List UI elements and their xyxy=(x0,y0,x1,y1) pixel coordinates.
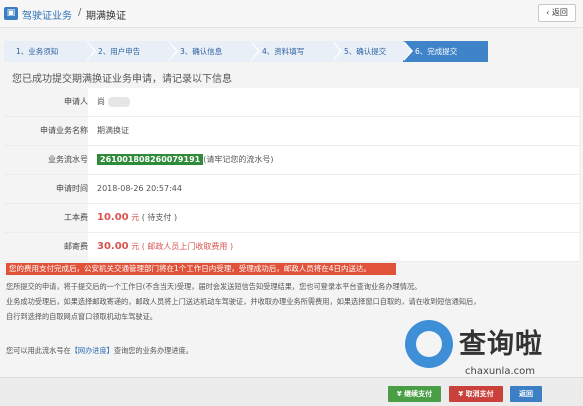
applicant-label: 申请人 xyxy=(4,88,88,116)
cancel-pay-button[interactable]: ¥ 取消支付 xyxy=(449,386,503,402)
step-4: 4、资料填写 xyxy=(250,41,342,62)
flow-no-value: 261001808260079191 (请牢记您的流水号) xyxy=(97,146,273,174)
step-5: 5、确认提交 xyxy=(332,41,413,62)
flow-no-label: 业务流水号 xyxy=(4,146,88,174)
progress-steps: 1、业务须知 2、用户申告 3、确认信息 4、资料填写 5、确认提交 6、完成提… xyxy=(4,41,579,62)
breadcrumb-current: 期满换证 xyxy=(86,11,126,22)
watermark-text-en: chaxunla.com xyxy=(465,366,535,377)
time-label: 申请时间 xyxy=(4,175,88,203)
business-name-value: 期满换证 xyxy=(97,126,129,135)
notice-banner: 您的费用支付完成后，公安机关交通管理部门将在1个工作日内受理，受理成功后，邮政人… xyxy=(6,263,396,275)
fee-unit: 元 xyxy=(131,213,140,222)
row-fee: 工本费 10.00 元 ( 待支付 ) xyxy=(4,204,579,233)
postage-unit: 元 xyxy=(131,242,140,251)
step-2: 2、用户申告 xyxy=(86,41,178,62)
blurred-name xyxy=(108,96,130,107)
postage-label: 邮寄费 xyxy=(4,233,88,261)
fee-amount: 10.00 xyxy=(97,212,129,223)
license-icon: ▣ xyxy=(4,7,18,20)
row-time: 申请时间 2018-08-26 20:57:44 xyxy=(4,175,579,204)
progress-link[interactable]: 【网办进度】 xyxy=(71,346,114,355)
back-button-label: 返回 xyxy=(551,8,568,17)
info-paragraph-2: 业务成功受理后，如果选择邮政寄递的，邮政人员将上门送达机动车驾驶证，并收取办理业… xyxy=(6,297,481,306)
watermark-text-cn: 查询啦 xyxy=(459,329,543,360)
breadcrumb-root[interactable]: 驾驶证业务 xyxy=(22,7,72,22)
step-3: 3、确认信息 xyxy=(168,41,260,62)
flow-no-hint: (请牢记您的流水号) xyxy=(203,155,274,164)
back-button-top[interactable]: ‹ 返回 xyxy=(538,4,576,22)
progress-text-suffix: 查询您的业务办理进度。 xyxy=(113,346,193,355)
fee-label: 工本费 xyxy=(4,204,88,232)
progress-text-prefix: 您可以用此流水号在 xyxy=(6,346,71,355)
row-applicant: 申请人 尚 xyxy=(4,88,579,117)
result-form: 申请人 尚 申请业务名称 期满换证 业务流水号 2610018082600791… xyxy=(4,88,579,262)
bottom-action-bar: ¥ 继续支付 ¥ 取消支付 返回 xyxy=(0,377,583,406)
time-value: 2018-08-26 20:57:44 xyxy=(97,184,182,193)
chevron-left-icon: ‹ xyxy=(546,8,550,17)
fee-value: 10.00 元 ( 待支付 ) xyxy=(97,204,177,232)
breadcrumb-separator: / xyxy=(78,7,82,18)
postage-note: ( 邮政人员上门收取费用 ) xyxy=(141,242,234,251)
row-business-name: 申请业务名称 期满换证 xyxy=(4,117,579,146)
step-1: 1、业务须知 xyxy=(4,41,96,62)
info-paragraph-3: 自行到选择的自取网点窗口领取机动车驾驶证。 xyxy=(6,312,157,321)
top-bar: ▣ 驾驶证业务 / 期满换证 ‹ 返回 xyxy=(0,0,583,28)
step-6-active: 6、完成提交 xyxy=(403,41,488,62)
magnifier-icon xyxy=(405,320,453,368)
postage-value: 30.00 元 ( 邮政人员上门收取费用 ) xyxy=(97,233,233,261)
row-postage: 邮寄费 30.00 元 ( 邮政人员上门收取费用 ) xyxy=(4,233,579,262)
success-headline: 您已成功提交期满换证业务申请，请记录以下信息 xyxy=(12,74,232,85)
info-paragraph-4: 您可以用此流水号在【网办进度】查询您的业务办理进度。 xyxy=(6,346,193,356)
applicant-value: 尚 xyxy=(97,88,130,116)
info-paragraph-1: 您所提交的申请，将于提交后的一个工作日(不含当天)受理，届时会发送短信告知受理结… xyxy=(6,282,422,291)
fee-status: ( 待支付 ) xyxy=(141,213,178,222)
watermark-logo: 查询啦 chaxunla.com xyxy=(405,318,580,386)
row-flow-no: 业务流水号 261001808260079191 (请牢记您的流水号) xyxy=(4,146,579,175)
continue-pay-button[interactable]: ¥ 继续支付 xyxy=(388,386,441,402)
back-button-bottom[interactable]: 返回 xyxy=(510,386,542,402)
flow-number: 261001808260079191 xyxy=(97,154,204,165)
applicant-name: 尚 xyxy=(97,97,105,106)
postage-amount: 30.00 xyxy=(97,241,129,252)
business-name-label: 申请业务名称 xyxy=(4,117,88,145)
